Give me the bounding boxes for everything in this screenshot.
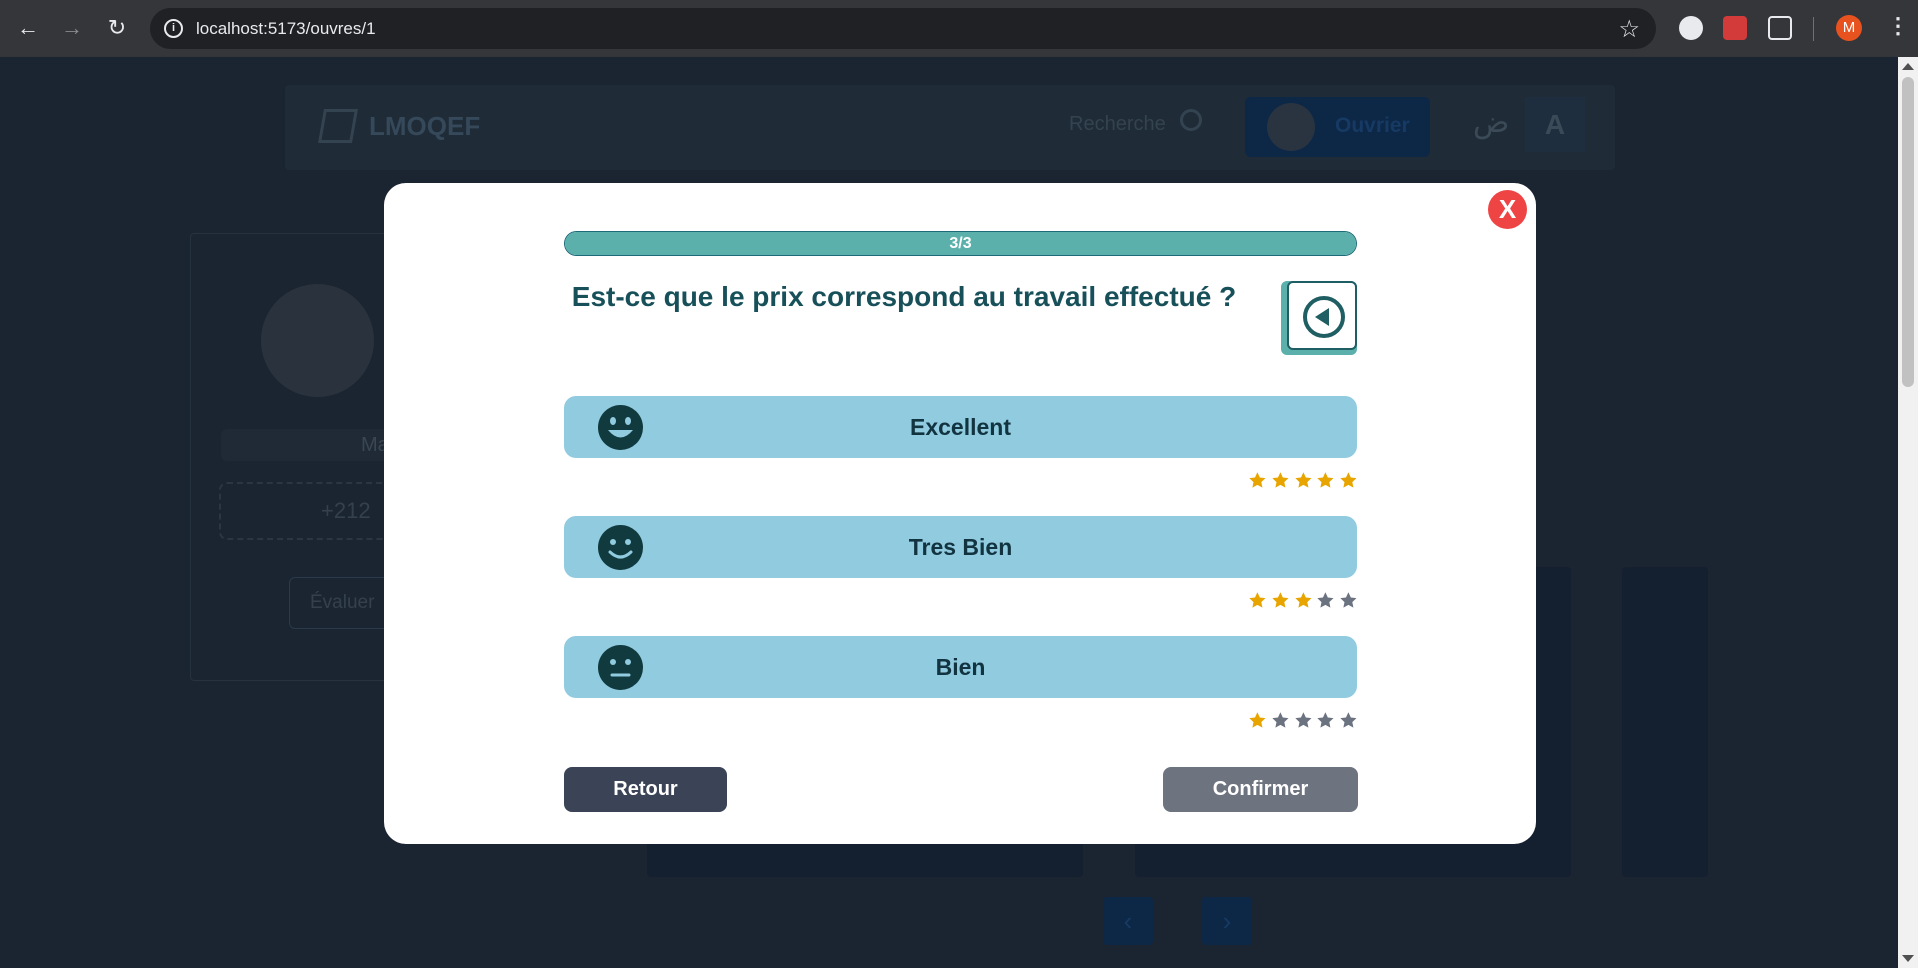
scroll-up-icon[interactable]	[1902, 63, 1914, 70]
scroll-down-icon[interactable]	[1902, 955, 1914, 962]
avatar	[261, 284, 374, 397]
worker-label: Ouvrier	[1335, 114, 1410, 137]
back-button[interactable]: Retour	[564, 767, 727, 812]
extension-icon[interactable]	[1723, 16, 1747, 40]
url-text: localhost:5173/ouvres/1	[196, 19, 376, 38]
star-filled-icon	[1249, 592, 1266, 608]
reload-icon[interactable]: ↻	[103, 14, 131, 42]
question-text: Est-ce que le prix correspond au travail…	[571, 281, 1237, 312]
rating-modal: X 3/3 Est-ce que le prix correspond au t…	[384, 183, 1536, 844]
option-label: Bien	[935, 654, 986, 680]
star-filled-icon	[1249, 472, 1266, 488]
audio-play-button[interactable]	[1281, 281, 1357, 355]
forward-arrow-icon[interactable]: →	[58, 14, 86, 42]
browser-menu-icon[interactable]: ⋮	[1887, 13, 1909, 39]
option-excellent[interactable]: Excellent	[564, 396, 1357, 458]
play-back-icon	[1303, 296, 1345, 338]
star-filled-icon	[1294, 472, 1312, 488]
confirm-button[interactable]: Confirmer	[1163, 767, 1358, 812]
option-bien[interactable]: Bien	[564, 636, 1357, 698]
option-label: Excellent	[910, 414, 1011, 440]
audio-button-face	[1287, 281, 1357, 350]
font-size-toggle: A	[1525, 97, 1585, 152]
avatar	[1267, 103, 1315, 151]
page-scrollbar[interactable]	[1898, 57, 1918, 968]
star-empty-icon	[1317, 592, 1334, 608]
star-filled-icon	[1317, 472, 1334, 488]
back-arrow-icon[interactable]: ←	[14, 14, 42, 42]
brand-name: LMOQEF	[369, 111, 481, 141]
toolbar-divider	[1813, 17, 1814, 41]
star-empty-icon	[1272, 712, 1289, 728]
scrollbar-thumb[interactable]	[1902, 77, 1914, 387]
extension-icon[interactable]	[1679, 16, 1703, 40]
star-filled-icon	[1272, 472, 1289, 488]
arabic-language-toggle: ض	[1473, 106, 1510, 139]
star-empty-icon	[1294, 712, 1312, 728]
option-label: Tres Bien	[908, 534, 1013, 560]
profile-avatar[interactable]: M	[1836, 15, 1862, 41]
progress-bar: 3/3	[564, 231, 1357, 256]
worker-button: Ouvrier	[1245, 97, 1430, 157]
star-rating	[1248, 591, 1358, 611]
gallery-card	[1622, 567, 1708, 877]
star-filled-icon	[1340, 472, 1357, 488]
brand-logo-icon	[318, 109, 358, 143]
progress-text: 3/3	[949, 235, 972, 252]
prev-page-button: ‹	[1103, 897, 1153, 945]
search-icon	[1180, 109, 1202, 131]
extensions-puzzle-icon[interactable]	[1768, 16, 1792, 40]
close-button[interactable]: X	[1488, 190, 1527, 229]
address-bar[interactable]: i localhost:5173/ouvres/1 ☆	[150, 8, 1656, 49]
star-empty-icon	[1340, 592, 1357, 608]
star-filled-icon	[1272, 592, 1289, 608]
bookmark-star-icon[interactable]: ☆	[1618, 15, 1640, 44]
site-info-icon[interactable]: i	[164, 19, 183, 38]
star-filled-icon	[1249, 712, 1266, 728]
next-page-button: ›	[1202, 897, 1252, 945]
search-label: Recherche	[1069, 113, 1166, 135]
star-empty-icon	[1317, 712, 1334, 728]
star-rating	[1248, 471, 1358, 491]
star-rating	[1248, 711, 1358, 731]
option-tres-bien[interactable]: Tres Bien	[564, 516, 1357, 578]
star-filled-icon	[1294, 592, 1312, 608]
site-header: LMOQEF Recherche Ouvrier ض A	[285, 85, 1615, 170]
browser-toolbar: ← → ↻ i localhost:5173/ouvres/1 ☆ M ⋮	[0, 0, 1918, 57]
star-empty-icon	[1340, 712, 1357, 728]
